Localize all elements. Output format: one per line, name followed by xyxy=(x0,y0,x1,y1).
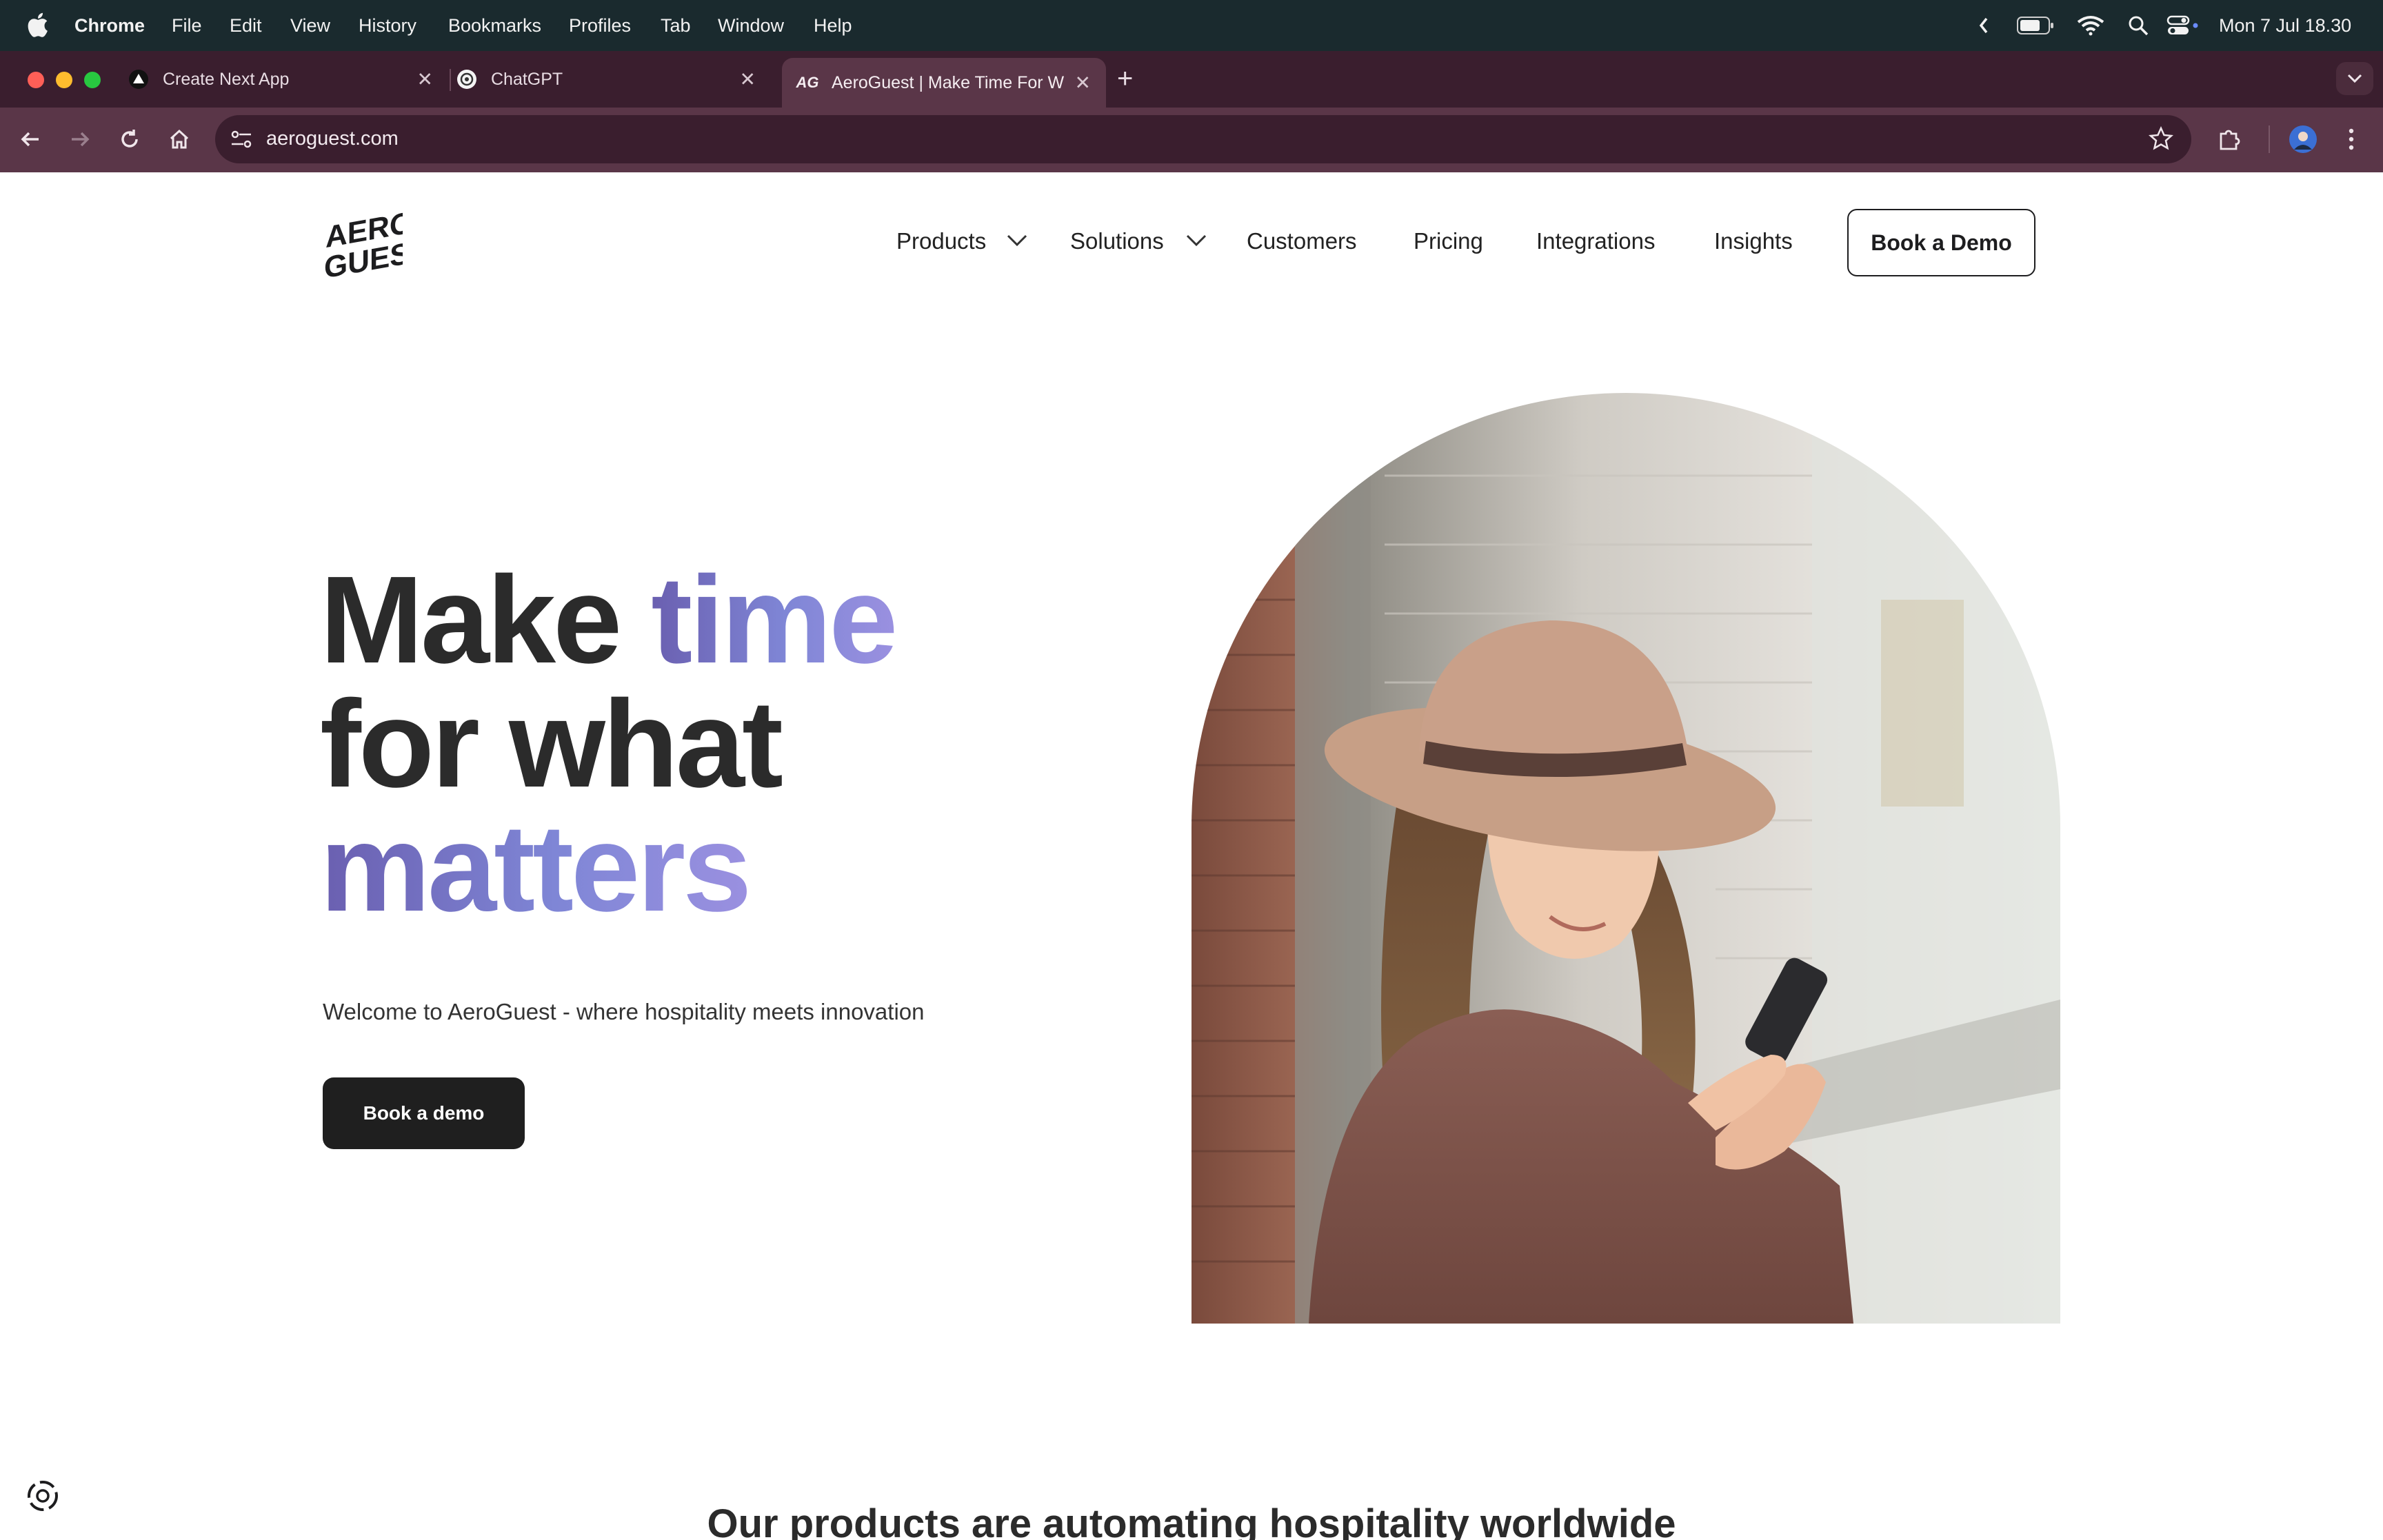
menu-tab[interactable]: Tab xyxy=(661,14,691,37)
menu-app-name[interactable]: Chrome xyxy=(74,14,145,37)
address-bar[interactable]: aeroguest.com xyxy=(215,115,2191,163)
apple-icon[interactable] xyxy=(28,12,48,37)
home-icon xyxy=(170,129,189,149)
bookmark-star-icon[interactable] xyxy=(2149,126,2173,151)
minimize-window-button[interactable] xyxy=(56,72,72,88)
hero-word-time: time xyxy=(651,551,898,689)
chrome-menu-button[interactable] xyxy=(2335,123,2368,156)
hero-word-matters: matters xyxy=(320,799,752,938)
new-tab-button[interactable]: + xyxy=(1117,63,1133,94)
tab-separator xyxy=(450,69,451,91)
url-text[interactable]: aeroguest.com xyxy=(266,128,399,150)
book-demo-nav-button[interactable]: Book a Demo xyxy=(1847,209,2035,276)
reload-icon xyxy=(121,130,138,148)
tab-search-button[interactable] xyxy=(2336,62,2373,95)
toolbar-separator xyxy=(2269,125,2270,153)
reload-button[interactable] xyxy=(113,123,146,156)
macos-menu-bar: Chrome File Edit View History Bookmarks … xyxy=(0,0,2383,51)
menu-help[interactable]: Help xyxy=(814,14,852,37)
nav-pricing[interactable]: Pricing xyxy=(1414,227,1483,255)
hero-word-make: Make xyxy=(320,551,652,689)
hero-image xyxy=(1192,393,2060,1324)
extensions-button[interactable] xyxy=(2213,123,2246,156)
hero-headline-line-2: for what xyxy=(320,675,783,813)
chevron-down-icon[interactable] xyxy=(1186,234,1207,247)
menu-history[interactable]: History xyxy=(359,14,416,37)
nav-solutions[interactable]: Solutions xyxy=(1070,227,1164,255)
menu-edit[interactable]: Edit xyxy=(230,14,262,37)
book-demo-hero-button[interactable]: Book a demo xyxy=(323,1077,525,1149)
menu-view[interactable]: View xyxy=(290,14,330,37)
home-button[interactable] xyxy=(163,123,196,156)
tab-title: ChatGPT xyxy=(491,69,563,89)
products-section-heading: Our products are automating hospitality … xyxy=(707,1501,1676,1540)
wifi-icon[interactable] xyxy=(2077,15,2104,36)
close-tab-icon[interactable]: ✕ xyxy=(740,68,756,91)
menu-clock[interactable]: Mon 7 Jul 18.30 xyxy=(2219,14,2351,37)
profile-button[interactable] xyxy=(2286,123,2320,156)
logo-mark: AERO GUEST xyxy=(324,205,429,285)
close-tab-icon[interactable]: ✕ xyxy=(1075,72,1091,94)
close-tab-icon[interactable]: ✕ xyxy=(417,68,433,91)
tab-aeroguest[interactable]: AG AeroGuest | Make Time For W ✕ xyxy=(782,58,1106,108)
woman-with-phone-illustration xyxy=(1192,393,2060,1324)
battery-icon[interactable] xyxy=(2017,16,2054,35)
site-settings-icon[interactable] xyxy=(229,127,254,152)
nav-insights[interactable]: Insights xyxy=(1714,227,1793,255)
control-center-icon[interactable] xyxy=(2166,15,2200,36)
menu-bookmarks[interactable]: Bookmarks xyxy=(448,14,541,37)
aeroguest-icon: AG xyxy=(796,74,819,91)
back-arrow-icon xyxy=(21,132,39,147)
triangle-icon xyxy=(128,69,149,90)
back-button[interactable] xyxy=(14,123,47,156)
hero-headline-line-1: Make time xyxy=(320,558,898,682)
aeroguest-logo[interactable]: AERO GUEST xyxy=(323,205,429,285)
nav-products[interactable]: Products xyxy=(896,227,986,255)
chevron-left-icon[interactable] xyxy=(1978,17,1990,34)
tab-title: Create Next App xyxy=(163,69,290,89)
maximize-window-button[interactable] xyxy=(84,72,101,88)
hero-headline-line-3: matters xyxy=(320,807,752,931)
menu-window[interactable]: Window xyxy=(718,14,784,37)
chatgpt-icon xyxy=(456,69,477,90)
forward-button[interactable] xyxy=(63,123,97,156)
settings-widget-icon[interactable] xyxy=(23,1477,62,1515)
hero-subtitle: Welcome to AeroGuest - where hospitality… xyxy=(323,999,925,1024)
menu-profiles[interactable]: Profiles xyxy=(569,14,631,37)
avatar xyxy=(2289,125,2317,153)
tab-chatgpt[interactable]: ChatGPT ✕ xyxy=(456,58,771,101)
kebab-menu-icon xyxy=(2349,128,2354,150)
puzzle-icon xyxy=(2220,130,2240,150)
chevron-down-icon xyxy=(2347,74,2362,83)
tab-title: AeroGuest | Make Time For W xyxy=(832,72,1065,92)
forward-arrow-icon xyxy=(72,132,90,147)
nav-integrations[interactable]: Integrations xyxy=(1536,227,1655,255)
tab-create-next-app[interactable]: Create Next App ✕ xyxy=(128,58,448,101)
search-icon[interactable] xyxy=(2128,15,2149,36)
menu-file[interactable]: File xyxy=(172,14,202,37)
close-window-button[interactable] xyxy=(28,72,44,88)
chevron-down-icon[interactable] xyxy=(1007,234,1027,247)
nav-customers[interactable]: Customers xyxy=(1247,227,1357,255)
